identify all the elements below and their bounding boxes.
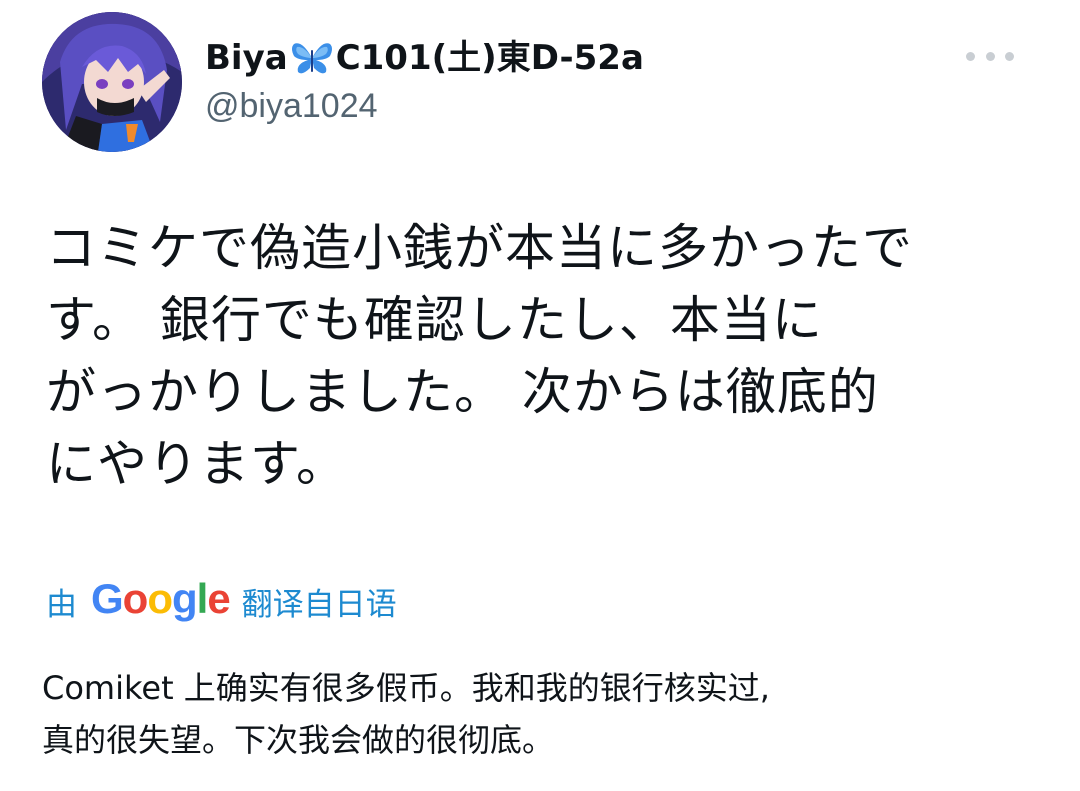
translated-by-google-link[interactable]: 由 Google 翻译自日语 [46, 575, 397, 626]
display-name-part2: C101(土)東D-52a [335, 38, 644, 78]
tweet-text-line: す。 銀行でも確認したし、本当に [46, 291, 823, 349]
more-horizontal-icon [966, 51, 975, 61]
translation-text-line: 真的很失望。下次我会做的很彻底。 [42, 721, 555, 759]
tweet-card: Biya C101(土)東D-52a @biya1024 コミケで偽造小銭が本当… [0, 0, 1080, 791]
tweet-text-line: にやります。 [46, 435, 347, 493]
tweet-text: コミケで偽造小銭が本当に多かったで す。 銀行でも確認したし、本当に がっかりし… [46, 212, 1036, 500]
display-name-part1: Biya [205, 38, 288, 78]
translation-text: Comiket 上确实有很多假币。我和我的银行核实过, 真的很失望。下次我会做的… [42, 662, 1042, 766]
more-horizontal-icon-dot [985, 51, 995, 61]
google-logo: Google [91, 575, 231, 622]
translated-from-label: 翻译自日语 [241, 586, 397, 623]
more-options-button[interactable] [966, 44, 1014, 68]
translation-text-line: Comiket 上确实有很多假币。我和我的银行核实过, [42, 669, 770, 707]
tweet-text-line: がっかりしました。 次からは徹底的 [46, 363, 879, 421]
translated-by-prefix: 由 [46, 586, 77, 623]
display-name[interactable]: Biya C101(土)東D-52a [205, 36, 644, 80]
tweet-text-line: コミケで偽造小銭が本当に多かったで [46, 219, 913, 277]
butterfly-icon [290, 38, 334, 78]
user-handle[interactable]: @biya1024 [205, 86, 378, 126]
anime-character-avatar-icon [42, 12, 182, 152]
avatar[interactable] [42, 12, 182, 152]
more-horizontal-icon-dot [1005, 51, 1014, 61]
